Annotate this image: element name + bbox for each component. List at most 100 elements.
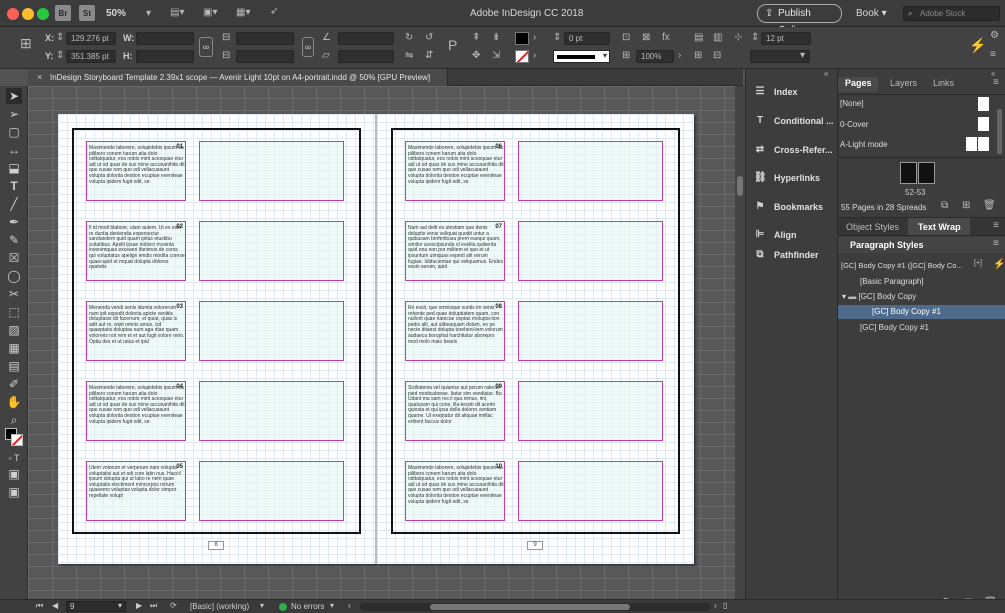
free-transform-tool-icon[interactable]: ⬚ [6, 304, 22, 320]
image-frame[interactable] [518, 461, 663, 521]
gradient-tool-icon[interactable]: ▨ [6, 322, 22, 338]
width-field[interactable] [136, 32, 194, 45]
tab-text-wrap[interactable]: Text Wrap [918, 222, 961, 232]
content-collector-icon[interactable]: ⬓ [6, 160, 22, 176]
text-wrap-icon[interactable]: ▤ [694, 32, 703, 44]
x-field[interactable]: 129.276 pt [66, 32, 116, 45]
image-frame[interactable] [199, 221, 344, 281]
constrain-scale-icon[interactable]: ∞ [302, 37, 314, 57]
chevron-right-icon[interactable]: › [678, 50, 681, 62]
page-number-field[interactable]: 9 [66, 601, 126, 612]
y-field[interactable]: 351.385 pt [66, 50, 116, 63]
type-tool-icon[interactable]: T [6, 178, 22, 194]
gradient-feather-tool-icon[interactable]: ▦ [6, 340, 22, 356]
page-tool-icon[interactable]: ▢ [6, 124, 22, 140]
select-content-icon[interactable]: ⇟ [492, 32, 500, 44]
rotate-cw-icon[interactable]: ↻ [405, 32, 413, 44]
chevron-right-icon[interactable]: › [533, 32, 536, 44]
stroke-weight-stepper[interactable]: ⇕ [553, 32, 561, 44]
image-frame[interactable] [199, 461, 344, 521]
image-frame[interactable] [518, 221, 663, 281]
close-icon[interactable]: × [37, 72, 42, 82]
select-container-icon[interactable]: ⇞ [472, 32, 480, 44]
opacity-field[interactable]: 100% [636, 50, 674, 63]
panel-menu-icon[interactable]: ≡ [993, 238, 999, 250]
panel-menu-icon[interactable]: ≡ [993, 77, 999, 89]
image-frame[interactable] [199, 381, 344, 441]
hand-tool-icon[interactable]: ✋ [6, 394, 22, 410]
constrain-proportions-icon[interactable]: ∞ [199, 37, 213, 57]
spread-thumbnail-left[interactable] [900, 162, 917, 184]
dock-align[interactable]: ⊫ Align [746, 224, 838, 246]
collapse-dock-icon[interactable]: « [824, 68, 828, 80]
content-fitting-icon[interactable]: ⊠ [642, 32, 650, 44]
storyboard-frame[interactable]: 05 Utem volorum et verperum nam volupta v… [86, 461, 186, 521]
style-item-selected[interactable]: [GC] Body Copy #1 [838, 305, 1005, 319]
scissors-tool-icon[interactable]: ✂ [6, 286, 22, 302]
frame-fitting-icon[interactable]: ⊡ [622, 32, 630, 44]
search-field[interactable]: ⌕ Adobe Stock [903, 6, 1000, 21]
style-item[interactable]: [GC] Body Copy #1 [838, 320, 1005, 335]
scroll-thumb[interactable] [737, 176, 743, 196]
scroll-left-icon[interactable]: ‹ [348, 601, 351, 610]
direct-selection-tool-icon[interactable]: ➢ [6, 106, 22, 122]
pages-scrollbar[interactable] [997, 109, 1002, 154]
storyboard-frame[interactable]: 04 Maximende laborere, solupidebis ipsum … [86, 381, 186, 441]
storyboard-frame[interactable]: 03 Menenda vendi senis iduntia volorerum … [86, 301, 186, 361]
gutter-field[interactable]: 12 pt [761, 32, 811, 45]
scroll-right-icon[interactable]: › [714, 601, 717, 610]
document-tab[interactable]: × InDesign Storyboard Template 2.39x1 sc… [28, 69, 448, 86]
style-group[interactable]: ▾ ▬ [GC] Body Copy [838, 289, 1005, 304]
last-page-icon[interactable]: ⏭ [150, 601, 157, 611]
new-page-icon[interactable]: ⊞ [962, 200, 970, 212]
gap-tool-icon[interactable]: ↔ [6, 142, 22, 158]
reference-point-icon[interactable]: ⊞ [20, 36, 32, 50]
formatting-container-icon[interactable]: ▫ T [6, 450, 22, 466]
bridge-app-button[interactable]: Br [55, 5, 71, 21]
edit-page-size-icon[interactable]: ⧉ [941, 200, 948, 212]
stroke-color-icon[interactable] [11, 434, 23, 446]
view-options-icon[interactable]: ▤▾ [170, 7, 184, 19]
selection-tool-icon[interactable]: ➤ [6, 88, 22, 104]
storyboard-frame[interactable]: 01 Maximende laborere, solupidebis ipsum … [86, 141, 186, 201]
tab-links[interactable]: Links [933, 78, 954, 88]
dock-hyperlinks[interactable]: ⛓ Hyperlinks [746, 167, 838, 189]
preflight-profile[interactable]: [Basic] (working) [190, 602, 249, 611]
screen-mode-icon[interactable]: ▣▾ [203, 7, 217, 19]
panel-menu-icon[interactable]: ≡ [993, 220, 999, 232]
next-page-icon[interactable]: ▶ [136, 601, 142, 610]
scale-y-field[interactable] [236, 50, 294, 63]
scroll-thumb[interactable] [430, 604, 630, 610]
storyboard-frame[interactable]: 09 Sicillatenia vel quiantur aut porum ra… [405, 381, 505, 441]
eyedropper-tool-icon[interactable]: ✐ [6, 376, 22, 392]
height-field[interactable] [136, 50, 194, 63]
lightning-icon[interactable]: ⚡ [993, 259, 1005, 271]
vertical-scrollbar[interactable] [735, 86, 745, 599]
shear-field[interactable] [338, 50, 394, 63]
zoom-tool-icon[interactable]: ⌕ [6, 412, 22, 428]
tab-pages[interactable]: Pages [845, 78, 872, 88]
rectangle-frame-tool-icon[interactable]: ☒ [6, 250, 22, 266]
tab-layers[interactable]: Layers [890, 78, 917, 88]
flip-horizontal-icon[interactable]: ⇋ [405, 50, 413, 62]
chevron-down-icon[interactable]: ▾ [800, 50, 805, 62]
dock-index[interactable]: ☰ Index [746, 81, 838, 103]
minimize-window-button[interactable] [22, 8, 34, 20]
storyboard-frame[interactable]: 06 Maximende laborere, solupidebis ipsum … [405, 141, 505, 201]
scale-x-field[interactable] [236, 32, 294, 45]
storyboard-frame[interactable]: 02 Il id modi blabore, ulam autem. Ut ex … [86, 221, 186, 281]
ellipse-tool-icon[interactable]: ◯ [6, 268, 22, 284]
image-frame[interactable] [518, 301, 663, 361]
first-page-icon[interactable]: ⏮ [36, 601, 43, 611]
pen-tool-icon[interactable]: ✒ [6, 214, 22, 230]
close-window-button[interactable] [7, 8, 19, 20]
pencil-tool-icon[interactable]: ✎ [6, 232, 22, 248]
rotate-ccw-icon[interactable]: ↺ [425, 32, 433, 44]
split-view-icon[interactable]: ▯ [723, 601, 727, 610]
stepper-icon[interactable]: ⇕ [56, 32, 64, 44]
spread-thumbnail-right[interactable] [918, 162, 935, 184]
storyboard-frame[interactable]: 07 Nam aut delit es utestiam que denis do… [405, 221, 505, 281]
select-previous-icon[interactable]: ✥ [472, 50, 480, 62]
open-page-icon[interactable]: ⟳ [170, 601, 177, 610]
dock-pathfinder[interactable]: ⧉ Pathfinder [746, 244, 838, 266]
